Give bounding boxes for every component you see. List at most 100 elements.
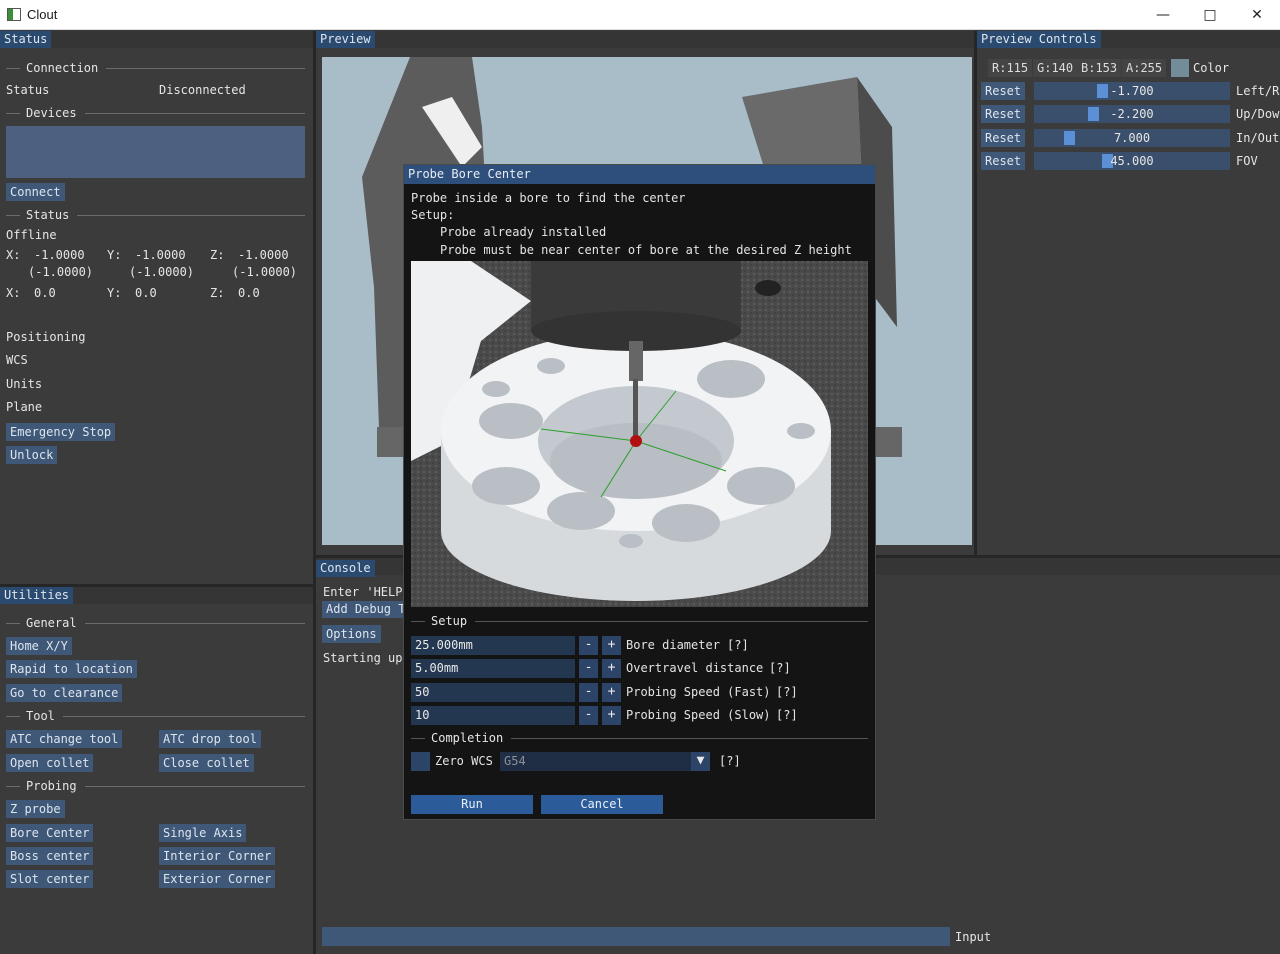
positioning-label: Positioning [6, 330, 86, 344]
up-down-value: -2.200 [1110, 107, 1154, 121]
bore-diameter-input[interactable]: 25.000mm [411, 636, 575, 655]
speed-slow-help[interactable]: [?] [776, 708, 798, 723]
wcs-label: WCS [6, 353, 28, 367]
slot-center-button[interactable]: Slot center [6, 870, 94, 888]
preview-controls-panel: Preview Controls R:115 G:140 B:153 A:255… [977, 31, 1280, 555]
speed-fast-help[interactable]: [?] [776, 685, 798, 700]
cancel-button[interactable]: Cancel [541, 795, 663, 814]
color-r-field[interactable]: R:115 [988, 59, 1033, 77]
close-collet-button[interactable]: Close collet [159, 754, 254, 772]
console-input-label: Input [955, 930, 992, 944]
color-swatch[interactable] [1171, 59, 1189, 77]
overtravel-decrement[interactable]: - [579, 659, 598, 678]
up-down-slider[interactable]: -2.200 [1034, 105, 1230, 123]
window-titlebar: Clout — □ ✕ [0, 0, 1280, 30]
speed-slow-increment[interactable]: + [602, 706, 621, 725]
maximize-icon[interactable]: □ [1187, 0, 1233, 30]
bore-center-button[interactable]: Bore Center [6, 824, 94, 842]
fov-slider[interactable]: 45.000 [1034, 152, 1230, 170]
open-collet-button[interactable]: Open collet [6, 754, 94, 772]
status-label: Status [6, 83, 50, 97]
z-label: Z: [210, 248, 225, 262]
x2-label: X: [6, 286, 21, 300]
console-help-text: Enter 'HELP [323, 585, 403, 599]
dialog-title[interactable]: Probe Bore Center [404, 165, 875, 184]
color-b-field[interactable]: B:153 [1077, 59, 1122, 77]
y-machine-value: (-1.0000) [129, 265, 195, 279]
devices-section-label: Devices [26, 106, 77, 120]
overtravel-help[interactable]: [?] [769, 661, 791, 676]
unlock-button[interactable]: Unlock [6, 446, 58, 464]
speed-slow-decrement[interactable]: - [579, 706, 598, 725]
overtravel-distance-input[interactable]: 5.00mm [411, 659, 575, 678]
color-a-field[interactable]: A:255 [1122, 59, 1167, 77]
home-xy-button[interactable]: Home X/Y [6, 637, 72, 655]
go-to-clearance-button[interactable]: Go to clearance [6, 684, 123, 702]
overtravel-increment[interactable]: + [602, 659, 621, 678]
speed-fast-decrement[interactable]: - [579, 683, 598, 702]
window-title: Clout [27, 7, 58, 22]
pocket-hole [547, 492, 615, 530]
add-debug-button[interactable]: Add Debug T [322, 601, 410, 618]
run-button[interactable]: Run [411, 795, 533, 814]
bore-diameter-increment[interactable]: + [602, 636, 621, 655]
pocket-hole [727, 467, 795, 505]
in-out-label: In/Out [1236, 131, 1280, 145]
utilities-panel-header[interactable]: Utilities [0, 587, 74, 604]
close-icon[interactable]: ✕ [1234, 0, 1280, 30]
plane-label: Plane [6, 400, 43, 414]
boss-center-button[interactable]: Boss center [6, 847, 94, 865]
console-panel-header[interactable]: Console [316, 560, 375, 577]
pocket-hole [472, 467, 540, 505]
chevron-down-icon[interactable]: ▼ [691, 752, 710, 771]
left-right-slider[interactable]: -1.700 [1034, 82, 1230, 100]
in-out-slider[interactable]: 7.000 [1034, 129, 1230, 147]
single-axis-button[interactable]: Single Axis [159, 824, 247, 842]
probe-bore-center-dialog: Probe Bore Center Probe inside a bore to… [403, 164, 876, 820]
rapid-to-location-button[interactable]: Rapid to location [6, 660, 137, 678]
zero-wcs-help[interactable]: [?] [719, 754, 741, 769]
z-probe-button[interactable]: Z probe [6, 800, 65, 818]
y-value: -1.0000 [135, 248, 186, 262]
zero-wcs-checkbox[interactable] [411, 752, 430, 771]
completion-section: Completion [411, 731, 868, 745]
connect-button[interactable]: Connect [6, 183, 65, 201]
connection-section-label: Connection [26, 61, 99, 75]
tool-section-label: Tool [26, 709, 55, 723]
reset-up-down-button[interactable]: Reset [981, 105, 1025, 123]
devices-list[interactable] [6, 126, 305, 178]
options-button[interactable]: Options [322, 625, 381, 643]
dialog-description: Probe inside a bore to find the center [411, 191, 686, 205]
probing-section: Probing [6, 779, 305, 793]
setup-heading: Setup: [411, 208, 455, 222]
left-right-value: -1.700 [1110, 84, 1154, 98]
interior-corner-button[interactable]: Interior Corner [159, 847, 276, 865]
status-utilities-divider[interactable] [0, 584, 313, 587]
console-input[interactable] [322, 927, 950, 946]
speed-fast-increment[interactable]: + [602, 683, 621, 702]
bore-diameter-decrement[interactable]: - [579, 636, 598, 655]
preview-panel-header[interactable]: Preview [316, 31, 375, 48]
dialog-setup-section-label: Setup [431, 614, 468, 628]
app-icon [7, 8, 21, 21]
minimize-icon[interactable]: — [1140, 0, 1186, 30]
reset-in-out-button[interactable]: Reset [981, 129, 1025, 147]
status-panel-header[interactable]: Status [0, 31, 52, 48]
emergency-stop-button[interactable]: Emergency Stop [6, 423, 116, 441]
reset-left-right-button[interactable]: Reset [981, 82, 1025, 100]
preview-panel-header-bar [316, 31, 974, 48]
overtravel-distance-label: Overtravel distance [626, 661, 764, 675]
pocket-hole [652, 504, 720, 542]
bore-diameter-help[interactable]: [?] [727, 638, 749, 653]
color-g-field[interactable]: G:140 [1033, 59, 1078, 77]
probing-speed-slow-input[interactable]: 10 [411, 706, 575, 725]
wcs-select[interactable]: G54 [500, 752, 691, 771]
y-label: Y: [107, 248, 122, 262]
z2-label: Z: [210, 286, 225, 300]
probing-speed-fast-input[interactable]: 50 [411, 683, 575, 702]
exterior-corner-button[interactable]: Exterior Corner [159, 870, 276, 888]
reset-fov-button[interactable]: Reset [981, 152, 1025, 170]
atc-change-tool-button[interactable]: ATC change tool [6, 730, 123, 748]
preview-controls-header[interactable]: Preview Controls [977, 31, 1101, 48]
atc-drop-tool-button[interactable]: ATC drop tool [159, 730, 261, 748]
